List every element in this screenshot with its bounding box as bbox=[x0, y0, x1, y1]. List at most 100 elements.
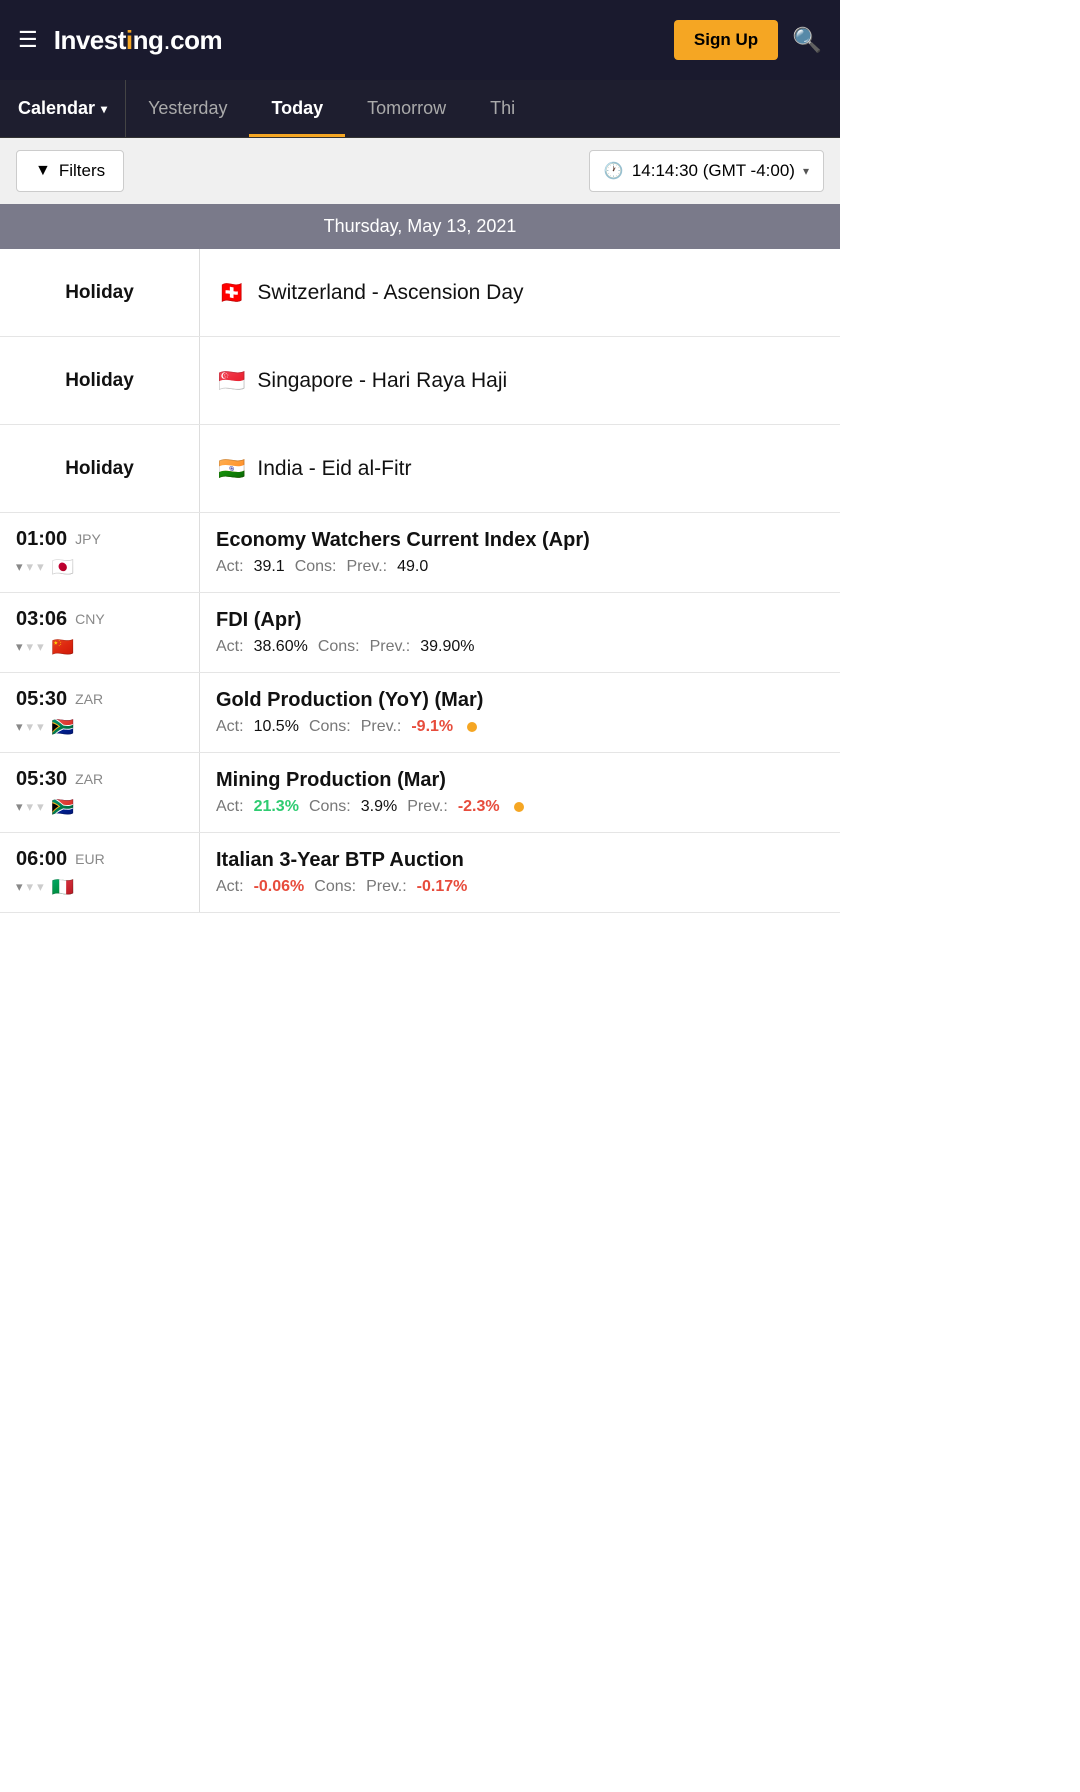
event-row-6[interactable]: 05:30 ZAR ▾▾▾ 🇿🇦 Mining Production (Mar)… bbox=[0, 753, 840, 833]
event-time: 01:00 bbox=[16, 528, 67, 551]
time-currency: 06:00 EUR bbox=[16, 848, 105, 871]
logo-com: com bbox=[170, 25, 222, 55]
chevron-down-icon: ▾ bbox=[101, 102, 107, 116]
event-title: Gold Production (YoY) (Mar) bbox=[216, 689, 824, 712]
econ-left-cell: 05:30 ZAR ▾▾▾ 🇿🇦 bbox=[0, 753, 200, 832]
sign-up-button[interactable]: Sign Up bbox=[674, 20, 778, 60]
event-currency: ZAR bbox=[75, 771, 103, 787]
time-currency: 01:00 JPY bbox=[16, 528, 101, 551]
time-display[interactable]: 🕐 14:14:30 (GMT -4:00) ▾ bbox=[589, 150, 824, 192]
event-row-5[interactable]: 05:30 ZAR ▾▾▾ 🇿🇦 Gold Production (YoY) (… bbox=[0, 673, 840, 753]
event-time: 05:30 bbox=[16, 768, 67, 791]
bull-icon-0: ▾ bbox=[16, 799, 23, 815]
event-time: 03:06 bbox=[16, 608, 67, 631]
event-currency: CNY bbox=[75, 611, 105, 627]
logo-investing: Investing bbox=[54, 25, 164, 55]
hamburger-icon[interactable]: ☰ bbox=[18, 27, 38, 53]
bull-icon-2: ▾ bbox=[37, 799, 44, 815]
bull-icon-1: ▾ bbox=[27, 879, 34, 895]
bull-icon-0: ▾ bbox=[16, 719, 23, 735]
tab-yesterday[interactable]: Yesterday bbox=[126, 80, 249, 137]
events-list: Holiday 🇨🇭 Switzerland - Ascension Day H… bbox=[0, 249, 840, 913]
holiday-name: Singapore - Hari Raya Haji bbox=[257, 369, 507, 393]
bull-icon-1: ▾ bbox=[27, 639, 34, 655]
bull-icon-1: ▾ bbox=[27, 559, 34, 575]
filters-bar: ▼ Filters 🕐 14:14:30 (GMT -4:00) ▾ bbox=[0, 138, 840, 204]
econ-right-cell: Gold Production (YoY) (Mar) Act: 10.5% C… bbox=[200, 673, 840, 752]
econ-left-cell: 05:30 ZAR ▾▾▾ 🇿🇦 bbox=[0, 673, 200, 752]
event-flag: 🇯🇵 bbox=[52, 557, 74, 578]
nav-tabs: Calendar ▾ Yesterday Today Tomorrow Thi bbox=[0, 80, 840, 138]
event-meta: ▾▾▾ 🇯🇵 bbox=[16, 557, 74, 578]
holiday-label-cell: Holiday bbox=[0, 425, 200, 512]
event-values: Act: 10.5% Cons: Prev.: -9.1% bbox=[216, 718, 824, 736]
time-currency: 03:06 CNY bbox=[16, 608, 105, 631]
bull-icon-2: ▾ bbox=[37, 719, 44, 735]
event-values: Act: 39.1 Cons: Prev.: 49.0 bbox=[216, 558, 824, 576]
holiday-label-cell: Holiday bbox=[0, 337, 200, 424]
event-currency: JPY bbox=[75, 531, 101, 547]
bull-icon-2: ▾ bbox=[37, 639, 44, 655]
logo-i: i bbox=[126, 25, 133, 55]
event-currency: EUR bbox=[75, 851, 105, 867]
event-title: FDI (Apr) bbox=[216, 609, 824, 632]
time-chevron-icon: ▾ bbox=[803, 164, 809, 178]
econ-left-cell: 06:00 EUR ▾▾▾ 🇮🇹 bbox=[0, 833, 200, 912]
econ-left-cell: 03:06 CNY ▾▾▾ 🇨🇳 bbox=[0, 593, 200, 672]
bull-icon-0: ▾ bbox=[16, 559, 23, 575]
event-row-1[interactable]: Holiday 🇸🇬 Singapore - Hari Raya Haji bbox=[0, 337, 840, 425]
event-values: Act: 38.60% Cons: Prev.: 39.90% bbox=[216, 638, 824, 656]
holiday-label: Holiday bbox=[65, 370, 134, 392]
calendar-label: Calendar bbox=[18, 98, 95, 119]
time-currency: 05:30 ZAR bbox=[16, 688, 103, 711]
filter-icon: ▼ bbox=[35, 162, 51, 180]
calendar-dropdown[interactable]: Calendar ▾ bbox=[0, 80, 126, 137]
holiday-name: Switzerland - Ascension Day bbox=[257, 281, 523, 305]
country-flag: 🇸🇬 bbox=[218, 368, 245, 394]
econ-right-cell: Economy Watchers Current Index (Apr) Act… bbox=[200, 513, 840, 592]
bull-icon-0: ▾ bbox=[16, 639, 23, 655]
event-meta: ▾▾▾ 🇮🇹 bbox=[16, 877, 74, 898]
time-currency: 05:30 ZAR bbox=[16, 768, 103, 791]
holiday-info: 🇮🇳 India - Eid al-Fitr bbox=[200, 425, 840, 512]
bull-icon-2: ▾ bbox=[37, 559, 44, 575]
econ-right-cell: Mining Production (Mar) Act: 21.3% Cons:… bbox=[200, 753, 840, 832]
search-icon[interactable]: 🔍 bbox=[792, 26, 822, 55]
bull-icon-1: ▾ bbox=[27, 799, 34, 815]
tab-tomorrow[interactable]: Tomorrow bbox=[345, 80, 468, 137]
impact-dot bbox=[467, 722, 477, 732]
tab-today[interactable]: Today bbox=[249, 80, 345, 137]
event-row-0[interactable]: Holiday 🇨🇭 Switzerland - Ascension Day bbox=[0, 249, 840, 337]
date-header: Thursday, May 13, 2021 bbox=[0, 204, 840, 249]
event-flag: 🇨🇳 bbox=[52, 637, 74, 658]
holiday-info: 🇸🇬 Singapore - Hari Raya Haji bbox=[200, 337, 840, 424]
country-flag: 🇮🇳 bbox=[218, 456, 245, 482]
event-meta: ▾▾▾ 🇨🇳 bbox=[16, 637, 74, 658]
event-row-3[interactable]: 01:00 JPY ▾▾▾ 🇯🇵 Economy Watchers Curren… bbox=[0, 513, 840, 593]
event-time: 06:00 bbox=[16, 848, 67, 871]
bull-icon-2: ▾ bbox=[37, 879, 44, 895]
event-title: Mining Production (Mar) bbox=[216, 769, 824, 792]
event-flag: 🇿🇦 bbox=[52, 717, 74, 738]
econ-right-cell: FDI (Apr) Act: 38.60% Cons: Prev.: 39.90… bbox=[200, 593, 840, 672]
event-title: Economy Watchers Current Index (Apr) bbox=[216, 529, 824, 552]
event-meta: ▾▾▾ 🇿🇦 bbox=[16, 717, 74, 738]
event-row-7[interactable]: 06:00 EUR ▾▾▾ 🇮🇹 Italian 3-Year BTP Auct… bbox=[0, 833, 840, 913]
tab-this-week[interactable]: Thi bbox=[468, 80, 537, 137]
header-right: Sign Up 🔍 bbox=[674, 20, 822, 60]
econ-right-cell: Italian 3-Year BTP Auction Act: -0.06% C… bbox=[200, 833, 840, 912]
event-currency: ZAR bbox=[75, 691, 103, 707]
header: ☰ Investing.com Sign Up 🔍 bbox=[0, 0, 840, 80]
bull-icon-0: ▾ bbox=[16, 879, 23, 895]
event-title: Italian 3-Year BTP Auction bbox=[216, 849, 824, 872]
econ-left-cell: 01:00 JPY ▾▾▾ 🇯🇵 bbox=[0, 513, 200, 592]
holiday-name: India - Eid al-Fitr bbox=[257, 457, 411, 481]
event-values: Act: -0.06% Cons: Prev.: -0.17% bbox=[216, 878, 824, 896]
event-row-2[interactable]: Holiday 🇮🇳 India - Eid al-Fitr bbox=[0, 425, 840, 513]
event-row-4[interactable]: 03:06 CNY ▾▾▾ 🇨🇳 FDI (Apr) Act: 38.60% C… bbox=[0, 593, 840, 673]
event-meta: ▾▾▾ 🇿🇦 bbox=[16, 797, 74, 818]
event-flag: 🇿🇦 bbox=[52, 797, 74, 818]
holiday-label: Holiday bbox=[65, 282, 134, 304]
event-time: 05:30 bbox=[16, 688, 67, 711]
filters-button[interactable]: ▼ Filters bbox=[16, 150, 124, 192]
